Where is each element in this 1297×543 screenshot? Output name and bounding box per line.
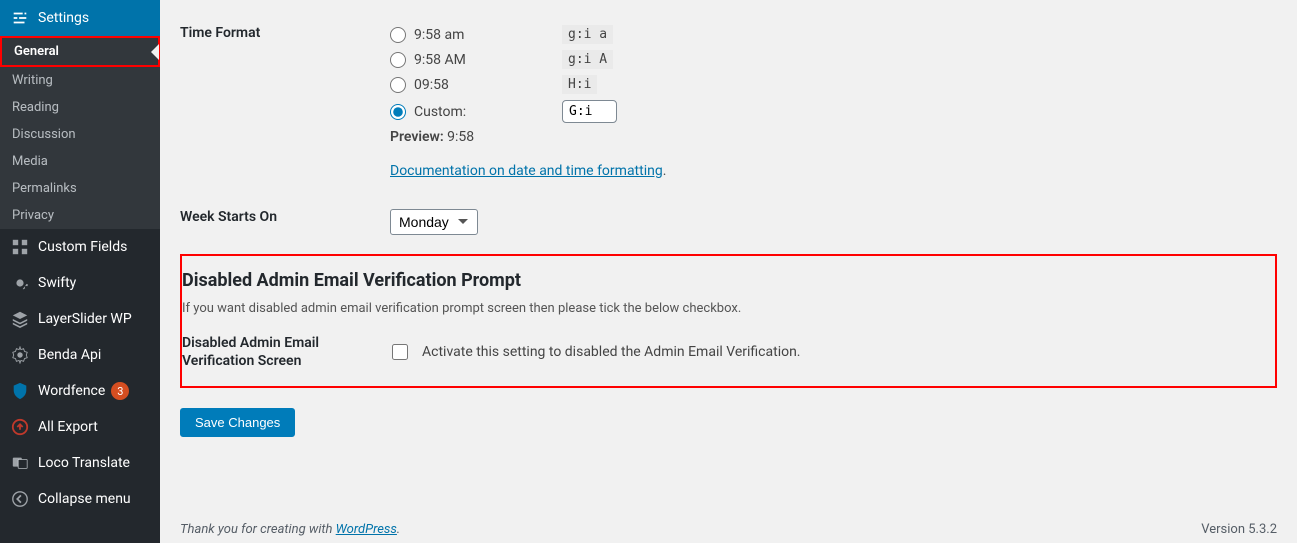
time-format-option-1[interactable]: 9:58 am g:i a bbox=[390, 25, 1267, 44]
week-starts-heading: Week Starts On bbox=[180, 194, 380, 250]
time-format-code: H:i bbox=[562, 75, 597, 94]
grid-icon bbox=[10, 237, 30, 257]
section-desc: If you want disabled admin email verific… bbox=[182, 301, 1257, 316]
disabled-admin-checkbox[interactable] bbox=[392, 344, 408, 360]
week-starts-select[interactable]: Monday bbox=[390, 209, 478, 235]
main-content: Time Format 9:58 am g:i a 9:58 AM g:i A … bbox=[160, 0, 1297, 543]
sidebar-item-benda-api[interactable]: Benda Api bbox=[0, 337, 160, 373]
settings-submenu: Writing Reading Discussion Media Permali… bbox=[0, 67, 160, 229]
sidebar-label: Settings bbox=[38, 10, 89, 26]
shield-icon bbox=[10, 381, 30, 401]
disabled-admin-field-label: Disabled Admin Email Verification Screen bbox=[182, 334, 382, 370]
radio-time-3[interactable] bbox=[390, 77, 406, 93]
admin-sidebar: Settings General Writing Reading Discuss… bbox=[0, 0, 160, 543]
sidebar-sub-reading[interactable]: Reading bbox=[0, 94, 160, 121]
admin-footer: Thank you for creating with WordPress. V… bbox=[180, 522, 1277, 537]
sidebar-sub-discussion[interactable]: Discussion bbox=[0, 121, 160, 148]
sidebar-item-swifty[interactable]: Swifty bbox=[0, 265, 160, 301]
sidebar-item-wordfence[interactable]: Wordfence 3 bbox=[0, 373, 160, 409]
time-format-label: 9:58 AM bbox=[414, 52, 554, 68]
disabled-admin-email-section: Disabled Admin Email Verification Prompt… bbox=[180, 254, 1277, 388]
sidebar-sub-permalinks[interactable]: Permalinks bbox=[0, 175, 160, 202]
datetime-doc-link[interactable]: Documentation on date and time formattin… bbox=[390, 163, 663, 179]
sidebar-sub-privacy[interactable]: Privacy bbox=[0, 202, 160, 229]
time-format-code: g:i a bbox=[562, 25, 613, 44]
gear-icon bbox=[10, 345, 30, 365]
sidebar-item-loco[interactable]: Loco Translate bbox=[0, 445, 160, 481]
notification-badge: 3 bbox=[111, 382, 129, 400]
radio-time-2[interactable] bbox=[390, 52, 406, 68]
export-icon bbox=[10, 417, 30, 437]
sidebar-item-settings[interactable]: Settings bbox=[0, 0, 160, 36]
time-format-custom-input[interactable] bbox=[562, 100, 617, 123]
disabled-admin-checkbox-desc: Activate this setting to disabled the Ad… bbox=[422, 344, 801, 360]
time-format-option-custom[interactable]: Custom: bbox=[390, 100, 1267, 123]
slider-icon bbox=[10, 8, 30, 28]
sidebar-sub-media[interactable]: Media bbox=[0, 148, 160, 175]
layers-icon bbox=[10, 309, 30, 329]
time-format-code: g:i A bbox=[562, 50, 613, 69]
sidebar-sub-general[interactable]: General bbox=[2, 38, 158, 65]
sidebar-item-layerslider[interactable]: LayerSlider WP bbox=[0, 301, 160, 337]
wordpress-link[interactable]: WordPress bbox=[336, 522, 397, 537]
section-heading: Disabled Admin Email Verification Prompt bbox=[182, 270, 1257, 291]
submenu-general-highlight: General bbox=[0, 36, 160, 67]
radio-time-1[interactable] bbox=[390, 27, 406, 43]
radio-time-custom[interactable] bbox=[390, 104, 406, 120]
save-changes-button[interactable]: Save Changes bbox=[180, 408, 295, 437]
sidebar-item-custom-fields[interactable]: Custom Fields bbox=[0, 229, 160, 265]
translate-icon bbox=[10, 453, 30, 473]
sidebar-item-collapse[interactable]: Collapse menu bbox=[0, 481, 160, 517]
sidebar-sub-writing[interactable]: Writing bbox=[0, 67, 160, 94]
time-format-option-2[interactable]: 9:58 AM g:i A bbox=[390, 50, 1267, 69]
time-format-preview: Preview: 9:58 bbox=[390, 129, 1267, 145]
time-format-label: 9:58 am bbox=[414, 27, 554, 43]
time-format-label: 09:58 bbox=[414, 77, 554, 93]
sidebar-item-all-export[interactable]: All Export bbox=[0, 409, 160, 445]
collapse-icon bbox=[10, 489, 30, 509]
time-format-option-3[interactable]: 09:58 H:i bbox=[390, 75, 1267, 94]
time-format-heading: Time Format bbox=[180, 10, 380, 194]
version-text: Version 5.3.2 bbox=[1201, 522, 1277, 537]
time-format-custom-label: Custom: bbox=[414, 104, 554, 120]
gear-icon bbox=[10, 273, 30, 293]
